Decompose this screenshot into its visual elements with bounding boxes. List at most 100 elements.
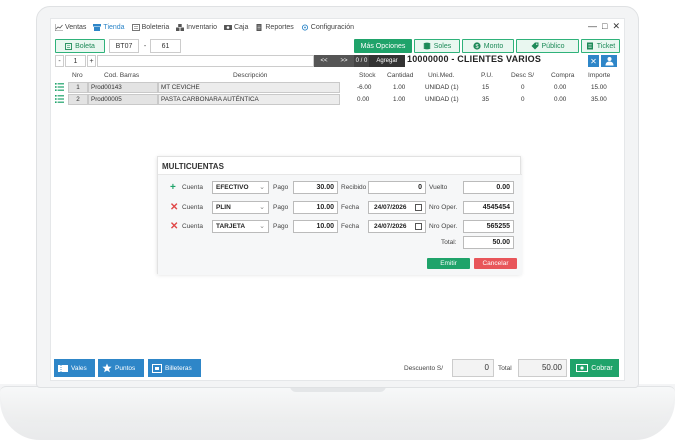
svg-text:$: $: [475, 44, 478, 50]
menu-label: Ventas: [65, 24, 87, 31]
descuento-input[interactable]: 0: [452, 359, 494, 377]
row-compra: 0.00: [554, 84, 567, 91]
puntos-button[interactable]: Puntos: [98, 359, 144, 377]
client-profile-button[interactable]: [601, 55, 617, 67]
doc-type-select[interactable]: Boleta: [55, 39, 105, 53]
menu-ventas[interactable]: Ventas: [55, 24, 86, 31]
monto-button[interactable]: $ Monto: [462, 39, 514, 53]
ticket-button[interactable]: Ticket: [581, 39, 620, 53]
col-importe: Importe: [588, 72, 611, 79]
cancelar-button[interactable]: Cancelar: [474, 258, 517, 269]
menu-reportes[interactable]: Reportes: [255, 24, 294, 31]
chart-icon: [55, 24, 63, 31]
maximize-button[interactable]: □: [602, 21, 607, 32]
pago-label: Pago: [273, 204, 289, 211]
cash-icon: [223, 25, 232, 30]
emitir-button[interactable]: Emitir: [427, 258, 470, 269]
col-descripcion: Descripción: [233, 72, 268, 79]
menu-inventario[interactable]: Inventario: [176, 24, 217, 31]
fecha-value: 24/07/2026: [374, 204, 407, 211]
close-button[interactable]: ✕: [612, 21, 620, 32]
toolbar: Boleta BT07 - 61 Más Opciones Soles $ Mo…: [51, 39, 624, 53]
menu-tienda[interactable]: Tienda: [93, 24, 125, 31]
cobrar-label: Cobrar: [591, 364, 613, 372]
pago-label: Pago: [273, 184, 289, 191]
remove-account-button[interactable]: ✕: [170, 220, 178, 233]
table-row[interactable]: 1 Prod00143 MT CEVICHE -6.00 1.00 UNIDAD…: [51, 82, 624, 93]
row-compra: 0.00: [554, 96, 567, 103]
next-button[interactable]: >>: [334, 55, 354, 67]
vuelto-input[interactable]: 0.00: [463, 181, 514, 194]
payment-method-select[interactable]: TARJETA ⌄: [212, 220, 269, 233]
minimize-button[interactable]: —: [588, 21, 597, 32]
number-field[interactable]: 61: [150, 39, 181, 53]
publico-button[interactable]: Público: [516, 39, 579, 53]
currency-label: Soles: [433, 42, 452, 50]
row-pu: 15: [482, 84, 490, 91]
remove-account-button[interactable]: ✕: [170, 201, 178, 214]
fecha-value: 24/07/2026: [374, 223, 407, 230]
menu-label: Inventario: [186, 24, 217, 31]
add-account-button[interactable]: +: [170, 181, 176, 194]
qty-input[interactable]: 1: [65, 55, 86, 67]
menu-boleteria[interactable]: Boleteria: [131, 24, 170, 31]
boxes-icon: [176, 24, 185, 31]
menu-configuracion[interactable]: Configuración: [301, 24, 354, 31]
payment-row: ✕ Cuenta PLIN ⌄ Pago 10.00 Fecha 24/07/20…: [158, 201, 522, 214]
calendar-icon[interactable]: [415, 223, 422, 230]
menu-label: Reportes: [265, 24, 294, 31]
gear-icon: [301, 24, 308, 31]
agregar-button[interactable]: Agregar: [369, 55, 405, 67]
col-cantidad: Cantidad: [387, 72, 414, 79]
menu-caja[interactable]: Caja: [223, 24, 248, 31]
nro-oper-label: Nro Oper.: [429, 223, 458, 230]
menu-label: Boleteria: [141, 24, 170, 31]
app-window: Ventas Tienda Boleteria Inventario Caja …: [50, 18, 625, 381]
cash-bill-icon: [576, 364, 589, 372]
series-field[interactable]: BT07: [109, 39, 139, 53]
descuento-label: Descuento S/: [404, 365, 444, 372]
series-dash: -: [141, 39, 149, 53]
monto-label: Monto: [483, 42, 504, 50]
nro-oper-input[interactable]: 4545454: [463, 201, 514, 214]
list-icon[interactable]: [55, 95, 64, 103]
receipt-icon: [586, 42, 593, 50]
money-circle-icon: $: [473, 42, 481, 50]
col-unimed: Uni.Med.: [428, 72, 455, 79]
vales-button[interactable]: Vales: [54, 359, 95, 377]
cobrar-button[interactable]: Cobrar: [570, 359, 619, 377]
menu-bar: Ventas Tienda Boleteria Inventario Caja …: [51, 19, 624, 36]
payment-method-select[interactable]: PLIN ⌄: [212, 201, 269, 214]
row-nro: 2: [68, 94, 88, 105]
vales-label: Vales: [71, 364, 87, 372]
qty-minus-button[interactable]: -: [55, 55, 64, 67]
prev-button[interactable]: <<: [314, 55, 334, 67]
pago-input[interactable]: 10.00: [293, 201, 338, 214]
window-controls: — □ ✕: [588, 21, 620, 32]
clear-client-button[interactable]: ✕: [588, 55, 599, 67]
currency-button[interactable]: Soles: [414, 39, 460, 53]
col-stock: Stock: [359, 72, 376, 79]
qty-plus-button[interactable]: +: [87, 55, 96, 67]
pago-input[interactable]: 10.00: [293, 220, 338, 233]
product-search-input[interactable]: [97, 55, 314, 67]
payment-method-select[interactable]: EFECTIVO ⌄: [212, 181, 269, 194]
table-row[interactable]: 2 Prod00005 PASTA CARBONARA AUTÉNTICA 0.…: [51, 94, 624, 105]
payment-method-value: PLIN: [216, 204, 231, 211]
doc-type-label: Boleta: [75, 42, 95, 50]
nro-oper-input[interactable]: 565255: [463, 220, 514, 233]
recibido-input[interactable]: 0: [368, 181, 426, 194]
billeteras-button[interactable]: Billeteras: [148, 359, 201, 377]
fecha-input[interactable]: 24/07/2026: [368, 220, 426, 233]
ticket-label: Ticket: [596, 42, 616, 50]
calendar-icon[interactable]: [415, 204, 422, 211]
coins-icon: [423, 42, 431, 50]
store-icon: [93, 24, 102, 31]
list-icon[interactable]: [55, 83, 64, 91]
cuenta-label: Cuenta: [182, 223, 203, 230]
fecha-input[interactable]: 24/07/2026: [368, 201, 426, 214]
billeteras-label: Billeteras: [165, 364, 192, 372]
pago-input[interactable]: 30.00: [293, 181, 338, 194]
star-icon: [102, 363, 112, 373]
mas-opciones-button[interactable]: Más Opciones: [354, 39, 412, 53]
